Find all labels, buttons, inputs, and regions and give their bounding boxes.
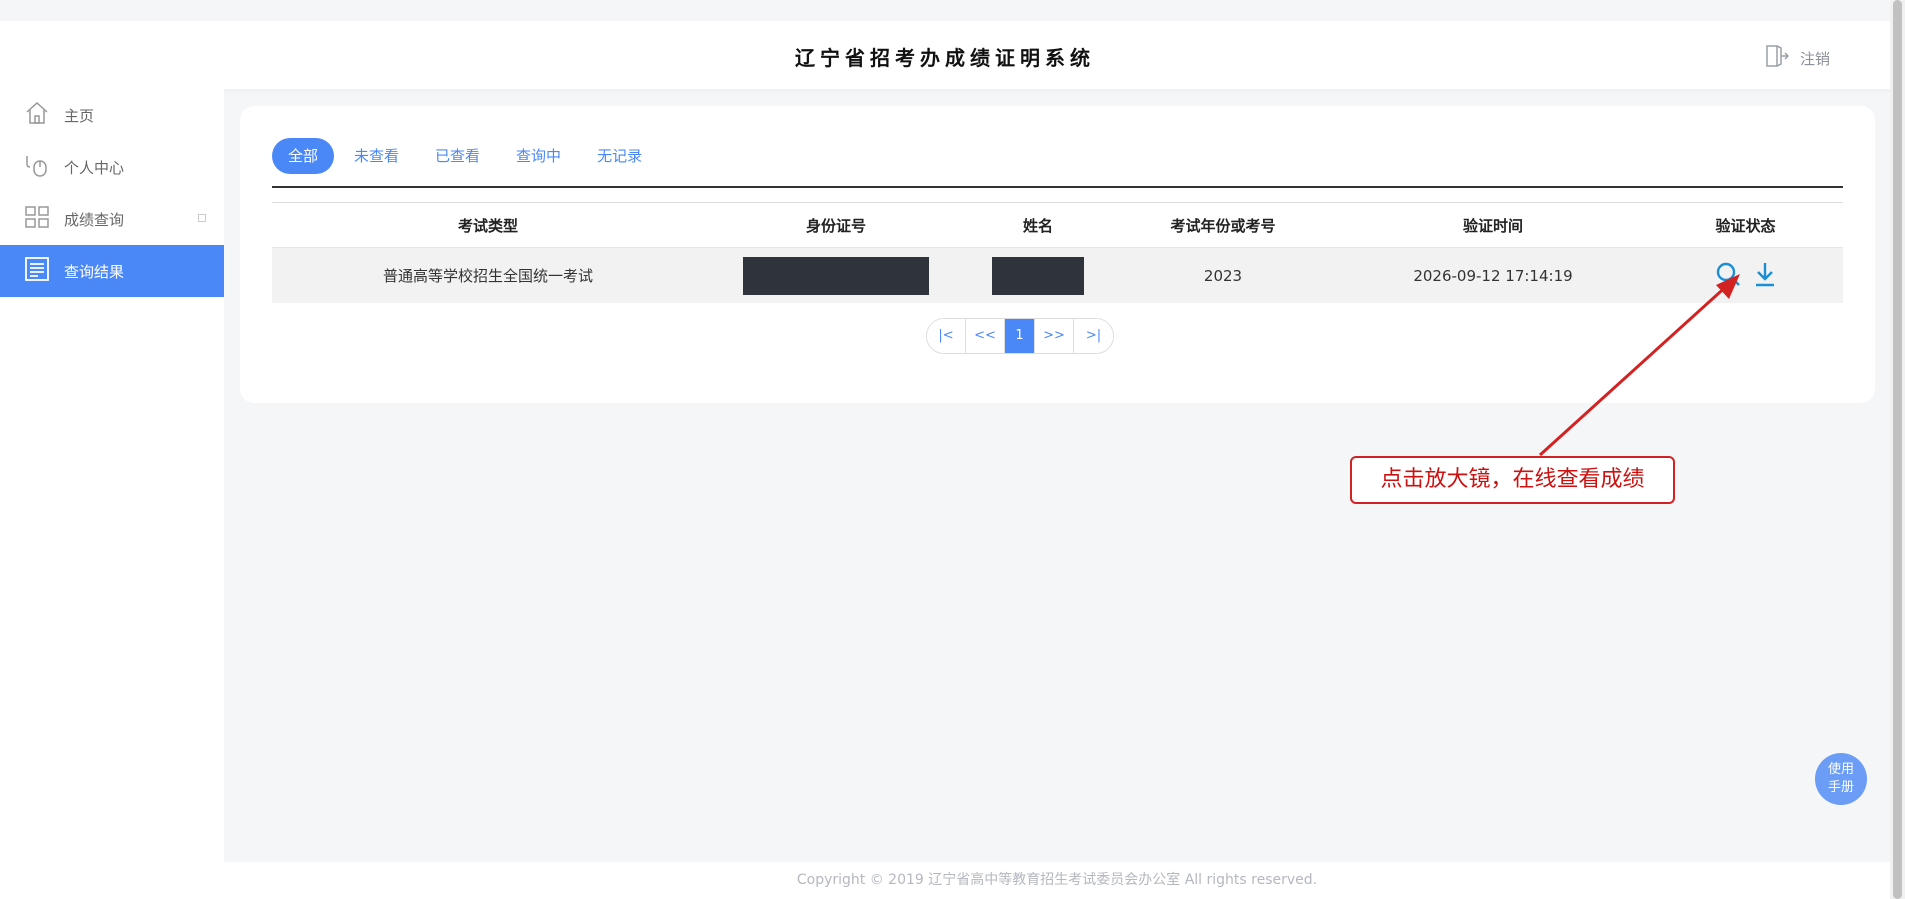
header-id-number: 身份证号 [805, 216, 866, 235]
prev-page-button[interactable]: << [966, 319, 1005, 353]
logout-icon [1764, 43, 1790, 73]
page-1-button[interactable]: 1 [1005, 319, 1035, 353]
grid-icon [24, 204, 50, 234]
status-tabs: 全部 未查看 已查看 查询中 无记录 [272, 138, 662, 174]
first-page-button[interactable]: |< [927, 319, 966, 353]
redacted-name [992, 256, 1084, 295]
sidebar-item-profile[interactable]: 个人中心 [0, 141, 224, 193]
user-manual-button[interactable]: 使用 手册 [1815, 753, 1867, 805]
header-verify-time: 验证时间 [1462, 216, 1523, 235]
magnifier-icon[interactable] [1715, 261, 1741, 291]
tabs-divider [272, 186, 1843, 188]
sidebar-item-home[interactable]: 主页 [0, 89, 224, 141]
last-page-button[interactable]: >| [1074, 319, 1113, 353]
logout-label: 注销 [1799, 49, 1830, 68]
sidebar-item-score-query[interactable]: 成绩查询 [0, 193, 224, 245]
header: 辽宁省招考办成绩证明系统 注销 [0, 21, 1890, 89]
document-list-icon [24, 256, 50, 286]
sidebar-item-label: 个人中心 [64, 158, 125, 177]
cell-exam-type: 普通高等学校招生全国统一考试 [382, 267, 593, 285]
tab-all[interactable]: 全部 [272, 138, 335, 174]
download-icon[interactable] [1753, 261, 1777, 291]
logout-button[interactable]: 注销 [1764, 43, 1830, 73]
table-row: 普通高等学校招生全国统一考试 2023 2026-09-12 17:14:19 [272, 248, 1843, 303]
cell-year: 2023 [1203, 266, 1243, 285]
cell-name [968, 256, 1108, 295]
header-year: 考试年份或考号 [1170, 216, 1276, 235]
header-exam-type: 考试类型 [457, 216, 518, 235]
annotation-callout: 点击放大镜，在线查看成绩 [1350, 456, 1675, 504]
scrollbar[interactable] [1890, 0, 1905, 899]
manual-label-line2: 手册 [1827, 780, 1854, 795]
table-header: 考试类型 身份证号 姓名 考试年份或考号 验证时间 验证状态 [272, 202, 1843, 248]
next-page-button[interactable]: >> [1035, 319, 1074, 353]
scrollbar-thumb[interactable] [1893, 0, 1902, 899]
home-icon [24, 100, 50, 130]
sidebar-item-label: 查询结果 [64, 262, 125, 281]
pagination: |< << 1 >> >| [926, 318, 1114, 354]
results-panel: 全部 未查看 已查看 查询中 无记录 考试类型 身份证号 姓名 考试年份或考号 … [240, 106, 1875, 403]
tab-querying[interactable]: 查询中 [500, 138, 577, 174]
page-title: 辽宁省招考办成绩证明系统 [795, 46, 1095, 70]
cell-id-number [704, 256, 968, 295]
sidebar-item-query-results[interactable]: 查询结果 [0, 245, 224, 297]
redacted-id-number [743, 256, 929, 295]
tab-unviewed[interactable]: 未查看 [338, 138, 415, 174]
tab-viewed[interactable]: 已查看 [419, 138, 496, 174]
header-verify-status: 验证状态 [1715, 216, 1776, 235]
sidebar: 主页 个人中心 成绩查询 查询结果 [0, 89, 224, 899]
footer: Copyright © 2019 辽宁省高中等教育招生考试委员会办公室 All … [224, 862, 1890, 899]
cell-verify-status [1648, 261, 1843, 291]
submenu-indicator [198, 214, 206, 222]
tab-no-record[interactable]: 无记录 [581, 138, 658, 174]
header-name: 姓名 [1022, 216, 1053, 235]
top-strip [0, 0, 1890, 21]
cell-verify-time: 2026-09-12 17:14:19 [1413, 266, 1573, 285]
sidebar-item-label: 主页 [64, 106, 95, 125]
manual-label-line1: 使用 [1827, 762, 1854, 777]
results-table: 考试类型 身份证号 姓名 考试年份或考号 验证时间 验证状态 普通高等学校招生全… [272, 202, 1843, 303]
sidebar-item-label: 成绩查询 [64, 210, 125, 229]
mouse-icon [24, 152, 50, 182]
